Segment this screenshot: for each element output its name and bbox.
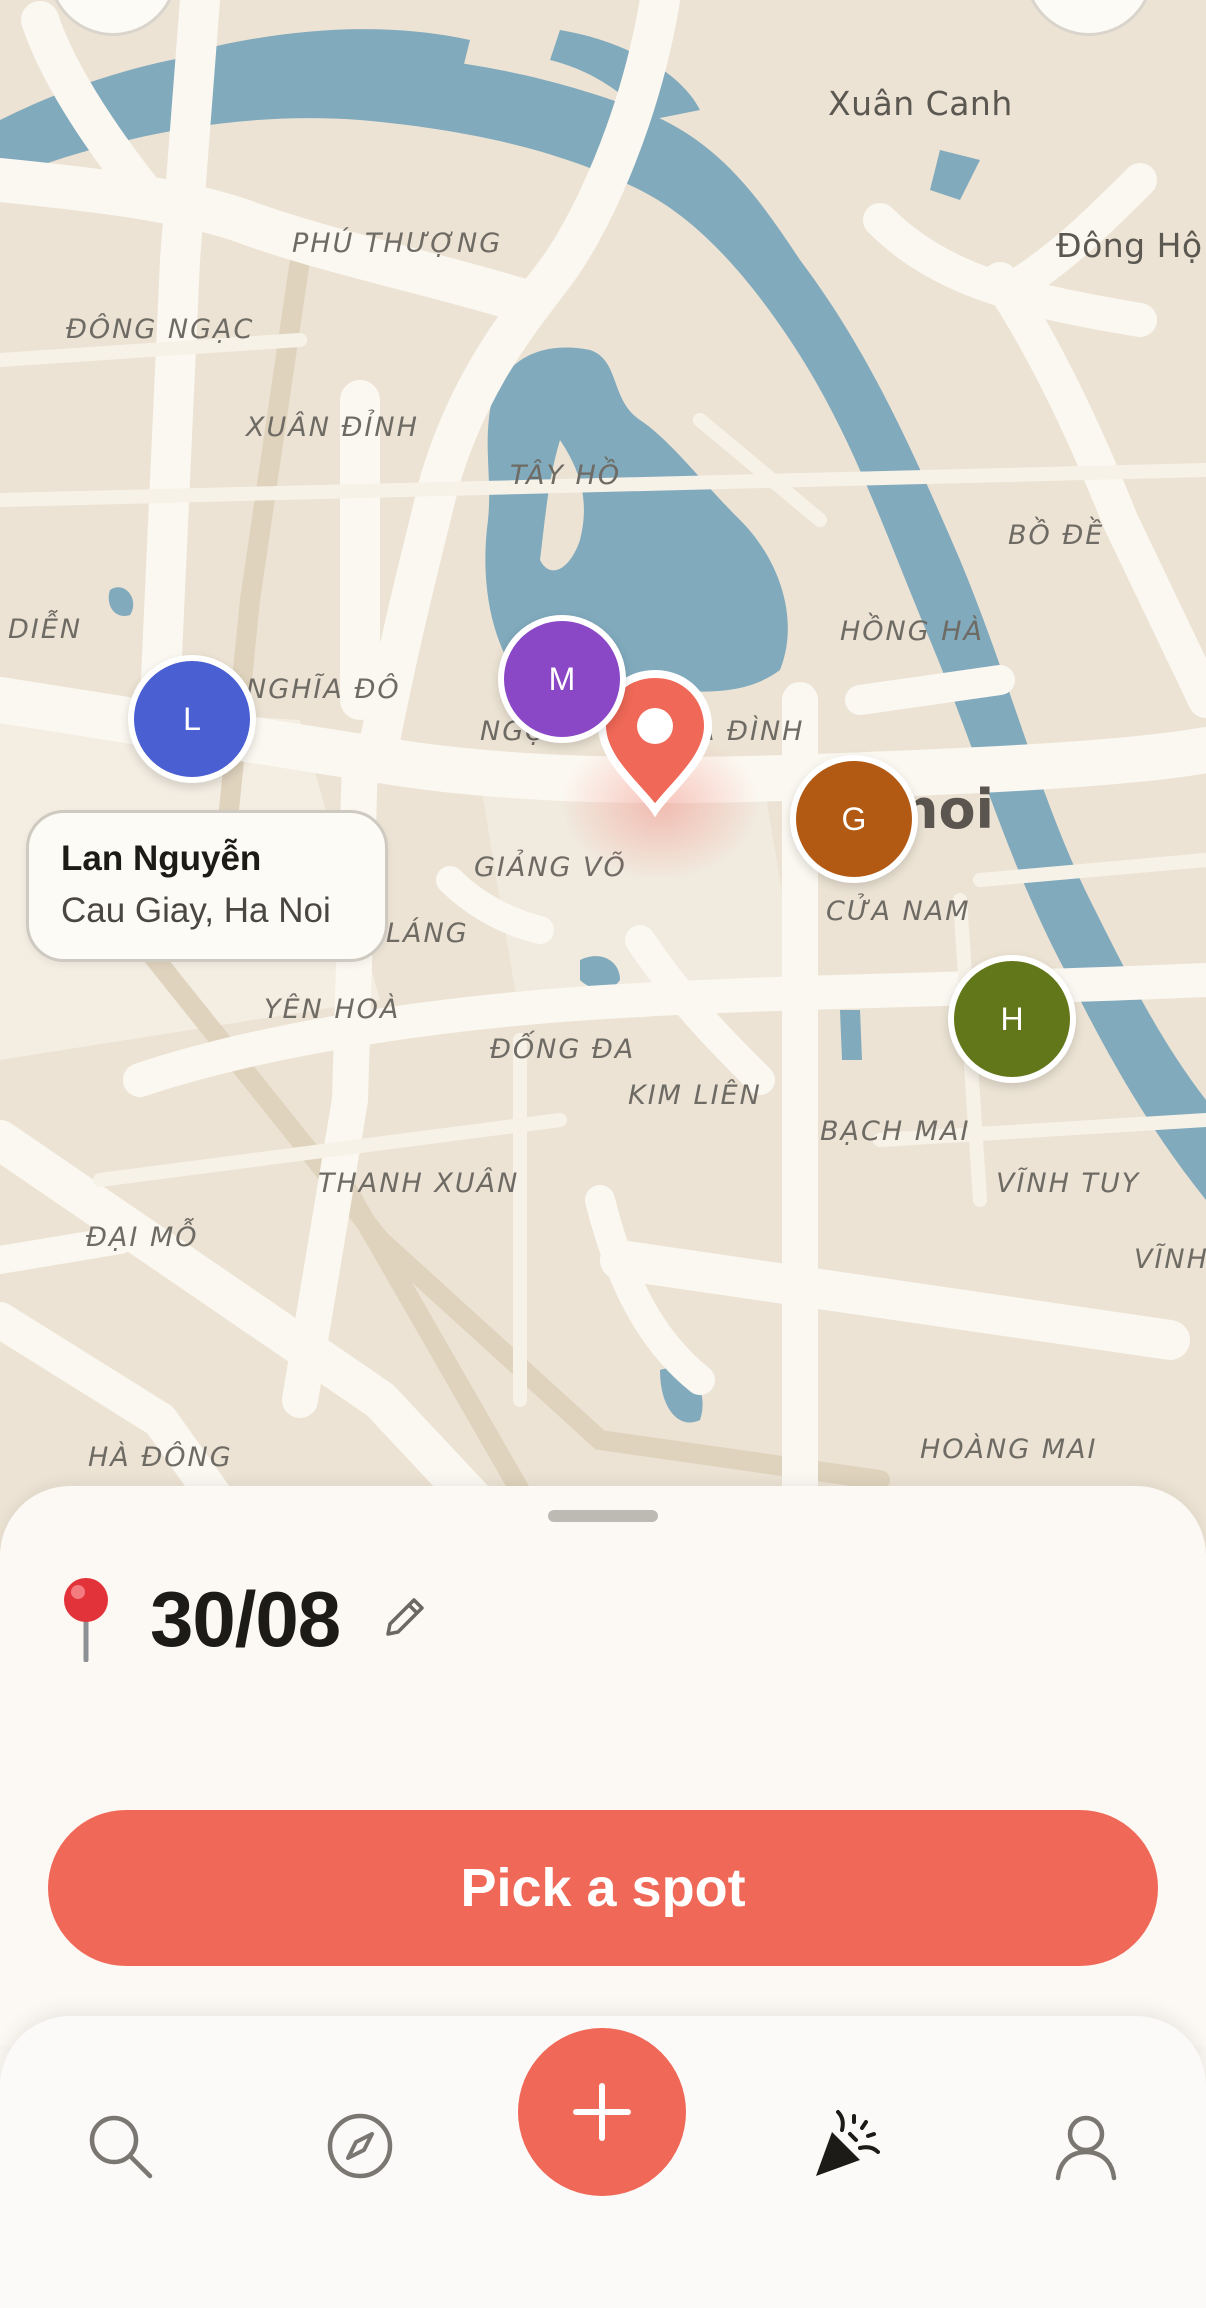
place-label-hoang-mai: HOÀNG MAI — [920, 1434, 1098, 1465]
pick-a-spot-button[interactable]: Pick a spot — [48, 1810, 1158, 1966]
place-label-lang: LÁNG — [386, 918, 469, 949]
place-label-ha-dong: HÀ ĐÔNG — [88, 1442, 233, 1473]
tab-explore[interactable] — [320, 2106, 400, 2186]
place-label-cua-nam: CỬA NAM — [826, 896, 971, 927]
avatar-initial: H — [1000, 1000, 1024, 1037]
place-label-vinh-hung: VĨNH — [1134, 1244, 1206, 1275]
place-label-dong-ho: Đông Hộ — [1056, 226, 1203, 265]
friend-avatar-m[interactable]: M — [498, 615, 626, 743]
user-icon — [1055, 2115, 1117, 2181]
create-button[interactable] — [518, 2028, 686, 2196]
place-label-xuan-canh: Xuân Canh — [828, 84, 1013, 123]
place-label-dien: DIỄN — [8, 614, 83, 645]
friend-avatar-l[interactable]: L — [128, 655, 256, 783]
friend-avatar-h[interactable]: H — [948, 955, 1076, 1083]
sheet-grab-handle[interactable] — [548, 1510, 658, 1522]
map-view[interactable]: Xuân Canh PHÚ THƯỢNG Đông Hộ ĐÔNG NGẠC X… — [0, 0, 1206, 1560]
place-label-yen-hoa: YÊN HOÀ — [264, 994, 401, 1025]
place-label-bach-mai: BẠCH MAI — [820, 1116, 971, 1147]
pencil-icon[interactable] — [378, 1590, 432, 1644]
party-popper-icon — [816, 2110, 880, 2176]
avatar-initial: G — [841, 800, 867, 837]
place-label-dai-mo: ĐẠI MỖ — [86, 1222, 199, 1253]
round-pushpin-icon — [64, 1578, 108, 1662]
place-label-phu-thuong: PHÚ THƯỢNG — [292, 228, 503, 259]
place-label-nghia-do: NGHĨA ĐÔ — [246, 674, 401, 705]
tooltip-name: Lan Nguyễn — [61, 839, 262, 878]
compass-icon — [327, 2113, 393, 2179]
place-label-tay-ho: TÂY HỒ — [510, 460, 622, 491]
place-label-vinh-tuy: VĨNH TUY — [996, 1168, 1141, 1199]
avatar-initial: L — [183, 700, 201, 737]
place-label-hong-ha: HỒNG HÀ — [840, 616, 985, 647]
place-label-kim-lien: KIM LIÊN — [628, 1080, 762, 1111]
bottom-sheet: 30/08 Pick a spot — [0, 1486, 1206, 2046]
friend-tooltip[interactable]: Lan Nguyễn Cau Giay, Ha Noi — [26, 810, 388, 962]
place-label-thanh-xuan: THANH XUÂN — [318, 1168, 520, 1199]
tab-events[interactable] — [806, 2106, 886, 2186]
bottom-tab-bar — [0, 2016, 1206, 2308]
tooltip-location: Cau Giay, Ha Noi — [61, 891, 331, 930]
tab-search[interactable] — [80, 2106, 160, 2186]
avatar-initial: M — [548, 660, 576, 697]
search-icon — [89, 2115, 153, 2179]
friend-avatar-g[interactable]: G — [790, 755, 918, 883]
place-label-dong-da: ĐỐNG ĐA — [490, 1034, 636, 1065]
event-date-title: 30/08 — [150, 1575, 341, 1663]
place-label-dong-ngac: ĐÔNG NGẠC — [66, 314, 255, 345]
place-label-xuan-dinh: XUÂN ĐỈNH — [246, 412, 419, 443]
place-label-bo-de: BỒ ĐỀ — [1008, 520, 1105, 551]
tab-profile[interactable] — [1046, 2106, 1126, 2186]
plus-icon — [573, 2083, 631, 2141]
